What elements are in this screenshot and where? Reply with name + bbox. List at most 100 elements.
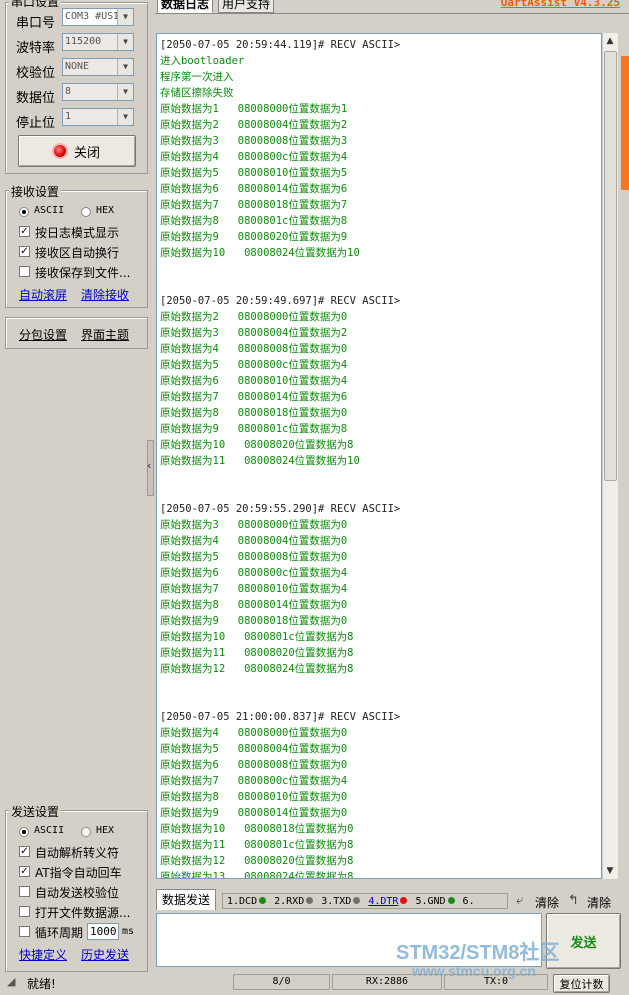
chevron-down-icon[interactable]: ▼ xyxy=(117,84,133,100)
send-input[interactable] xyxy=(156,913,542,967)
clear-all-icon[interactable]: ↰ xyxy=(568,893,579,908)
save-to-file-checkbox[interactable] xyxy=(19,266,30,277)
log-line: 程序第一次进入 xyxy=(160,71,234,83)
port-select[interactable]: COM3 #USI ▼ xyxy=(62,8,134,26)
right-accent-bar xyxy=(621,56,629,190)
packet-settings-link[interactable]: 分包设置 xyxy=(19,326,67,343)
log-line: 原始数据为8 08008014位置数据为0 xyxy=(160,599,348,611)
log-line: 原始数据为12 08008024位置数据为8 xyxy=(160,663,354,675)
period-input[interactable]: 1000 xyxy=(87,923,119,940)
log-block: [2050-07-05 20:59:44.119]# RECV ASCII> 进入… xyxy=(160,37,601,261)
log-scrollbar[interactable]: ▲ ▼ xyxy=(602,33,618,879)
log-line: 原始数据为8 08008018位置数据为0 xyxy=(160,407,348,419)
clear-receive-link[interactable]: 清除接收 xyxy=(81,286,129,303)
log-line: 原始数据为8 0800801c位置数据为8 xyxy=(160,215,348,227)
log-line: 原始数据为7 0800800c位置数据为4 xyxy=(160,775,348,787)
clear-send-icon[interactable]: ⤶ xyxy=(516,893,523,908)
databits-select-value: 8 xyxy=(65,86,72,97)
log-line: 原始数据为5 08008010位置数据为5 xyxy=(160,167,348,179)
port-label: 串口号 xyxy=(16,16,56,31)
signal-label: 3.TXD xyxy=(321,895,352,907)
log-line: 原始数据为6 08008010位置数据为4 xyxy=(160,375,348,387)
clear-all-label[interactable]: 清除 xyxy=(587,894,611,911)
loop-period-checkbox[interactable] xyxy=(19,926,30,937)
log-line: 原始数据为5 08008008位置数据为0 xyxy=(160,551,348,563)
escape-parse-label: 自动解析转义符 xyxy=(35,846,120,860)
chevron-left-icon: ‹ xyxy=(147,459,152,472)
signal-label: 6. xyxy=(462,895,475,907)
log-line: 原始数据为10 08008024位置数据为10 xyxy=(160,247,360,259)
history-link[interactable]: 历史发送 xyxy=(81,946,129,963)
signal-label: 1.DCD xyxy=(227,895,258,907)
chevron-down-icon[interactable]: ▼ xyxy=(117,9,133,25)
log-mode-checkbox[interactable]: ✓ xyxy=(19,226,30,237)
auto-checksum-label: 自动发送校验位 xyxy=(35,886,120,900)
log-line: 原始数据为4 08008004位置数据为0 xyxy=(160,535,348,547)
status-light-icon xyxy=(53,145,66,157)
serial-settings-title: 串口设置 xyxy=(9,0,62,10)
log-line: 原始数据为9 08008018位置数据为0 xyxy=(160,615,348,627)
parity-select-value: NONE xyxy=(65,61,90,72)
send-hex-radio[interactable] xyxy=(81,827,91,837)
theme-link[interactable]: 界面主题 xyxy=(81,326,129,343)
file-source-checkbox[interactable] xyxy=(19,906,30,917)
close-port-button[interactable]: 关闭 xyxy=(18,135,136,167)
port-select-value: COM3 #USI xyxy=(65,11,120,22)
log-line: 原始数据为11 0800801c位置数据为8 xyxy=(160,839,354,851)
receive-ascii-radio[interactable] xyxy=(19,207,29,217)
log-line: 原始数据为3 08008004位置数据为2 xyxy=(160,327,348,339)
log-line: 原始数据为4 0800800c位置数据为4 xyxy=(160,151,348,163)
tab-data-send[interactable]: 数据发送 xyxy=(156,889,216,910)
period-unit: ms xyxy=(122,926,135,937)
receive-log[interactable]: [2050-07-05 20:59:44.119]# RECV ASCII> 进入… xyxy=(156,33,602,879)
send-ascii-radio[interactable] xyxy=(19,827,29,837)
save-to-file-label: 接收保存到文件... xyxy=(35,266,131,280)
log-block: [2050-07-05 21:00:00.837]# RECV ASCII> 原始… xyxy=(160,709,601,878)
reset-counter-button[interactable]: 复位计数 xyxy=(553,974,610,993)
clear-send-label[interactable]: 清除 xyxy=(535,894,559,911)
signal-led-icon xyxy=(259,897,267,904)
scroll-thumb[interactable] xyxy=(604,51,617,481)
panel-collapse-handle[interactable]: ‹ xyxy=(147,440,154,496)
escape-parse-checkbox[interactable]: ✓ xyxy=(19,846,30,857)
log-header: [2050-07-05 20:59:55.290]# RECV ASCII> xyxy=(160,503,401,515)
log-line: 原始数据为3 08008008位置数据为3 xyxy=(160,135,348,147)
shortcut-link[interactable]: 快捷定义 xyxy=(19,946,67,963)
scroll-down-icon[interactable]: ▼ xyxy=(603,863,617,879)
log-line: 原始数据为10 08008020位置数据为8 xyxy=(160,439,354,451)
at-return-checkbox[interactable]: ✓ xyxy=(19,866,30,877)
baud-label: 波特率 xyxy=(16,41,56,56)
tab-user-support[interactable]: 用户支持 xyxy=(218,0,275,13)
log-block: [2050-07-05 20:59:49.697]# RECV ASCII> 原始… xyxy=(160,293,601,469)
auto-checksum-checkbox[interactable] xyxy=(19,886,30,897)
scroll-up-icon[interactable]: ▲ xyxy=(603,33,617,49)
log-line: 原始数据为12 08008020位置数据为8 xyxy=(160,855,354,867)
auto-wrap-checkbox[interactable]: ✓ xyxy=(19,246,30,257)
signal-led-icon xyxy=(447,897,455,904)
log-line: 原始数据为9 08008020位置数据为9 xyxy=(160,231,348,243)
signal-label: 2.RXD xyxy=(274,895,305,907)
chevron-down-icon[interactable]: ▼ xyxy=(117,34,133,50)
stopbits-select[interactable]: 1 ▼ xyxy=(62,108,134,126)
log-line: 原始数据为5 0800800c位置数据为4 xyxy=(160,359,348,371)
log-header: [2050-07-05 20:59:44.119]# RECV ASCII> xyxy=(160,39,401,51)
signal-indicator: 6. xyxy=(463,896,475,907)
send-button[interactable]: 发送 xyxy=(546,913,621,969)
receive-settings-title: 接收设置 xyxy=(9,183,62,200)
signal-indicator: 3.TXD xyxy=(321,895,361,907)
chevron-down-icon[interactable]: ▼ xyxy=(117,109,133,125)
log-line: 原始数据为6 0800800c位置数据为4 xyxy=(160,567,348,579)
databits-label: 数据位 xyxy=(16,91,56,106)
parity-label: 校验位 xyxy=(16,66,56,81)
auto-scroll-link[interactable]: 自动滚屏 xyxy=(19,286,67,303)
tab-data-log[interactable]: 数据日志 xyxy=(157,0,214,13)
log-line: 原始数据为9 08008014位置数据为0 xyxy=(160,807,348,819)
log-line: 进入bootloader xyxy=(160,55,245,67)
log-header: [2050-07-05 21:00:00.837]# RECV ASCII> xyxy=(160,711,401,723)
parity-select[interactable]: NONE ▼ xyxy=(62,58,134,76)
receive-hex-radio[interactable] xyxy=(81,207,91,217)
log-line: 原始数据为1 08008000位置数据为1 xyxy=(160,103,348,115)
chevron-down-icon[interactable]: ▼ xyxy=(117,59,133,75)
baud-select[interactable]: 115200 ▼ xyxy=(62,33,134,51)
databits-select[interactable]: 8 ▼ xyxy=(62,83,134,101)
